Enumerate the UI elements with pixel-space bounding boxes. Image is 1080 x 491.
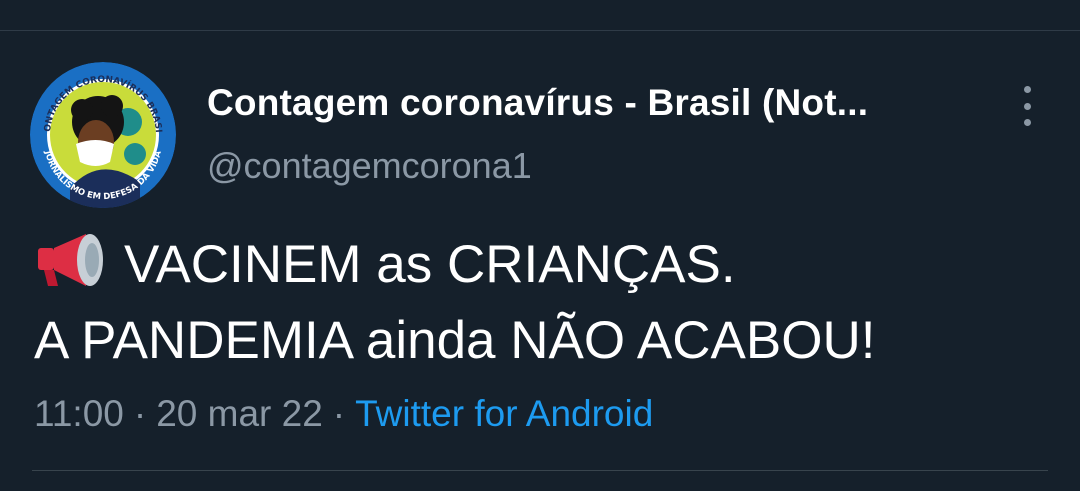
- tweet-text-line-2: A PANDEMIA ainda NÃO ACABOU!: [34, 311, 876, 370]
- author-display-name[interactable]: Contagem coronavírus - Brasil (Not...: [207, 82, 868, 124]
- more-options-button[interactable]: [1010, 86, 1044, 126]
- avatar[interactable]: CONTAGEM CORONAVÍRUS BRASIL JORNALISMO E…: [30, 62, 176, 208]
- tweet-metadata: 11:00 · 20 mar 22 · Twitter for Android: [34, 393, 653, 435]
- author-handle[interactable]: @contagemcorona1: [207, 145, 532, 187]
- more-dot-icon: [1023, 102, 1031, 110]
- meta-separator: ·: [133, 393, 147, 434]
- tweet-text-1: VACINEM as CRIANÇAS.: [124, 235, 736, 294]
- bottom-divider: [32, 470, 1048, 471]
- avatar-logo-icon: CONTAGEM CORONAVÍRUS BRASIL JORNALISMO E…: [30, 62, 176, 208]
- more-dot-icon: [1023, 119, 1031, 126]
- more-dot-icon: [1023, 86, 1031, 93]
- tweet-text-line-1: VACINEM as CRIANÇAS.: [34, 232, 736, 291]
- tweet-time[interactable]: 11:00: [34, 393, 124, 434]
- megaphone-icon: [38, 234, 103, 286]
- tweet-date[interactable]: 20 mar 22: [156, 393, 323, 434]
- tweet-source-link[interactable]: Twitter for Android: [355, 393, 653, 434]
- meta-separator: ·: [332, 393, 346, 434]
- top-divider: [0, 30, 1080, 31]
